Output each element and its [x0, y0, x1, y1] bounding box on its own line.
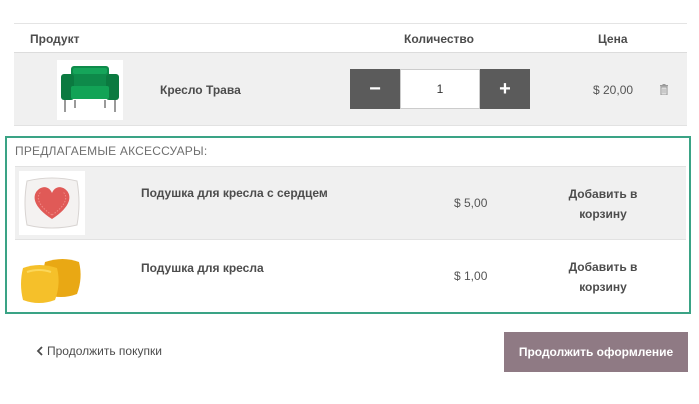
- accessory-row: Подушка для кресла с сердцем $ 5,00 Доба…: [15, 166, 686, 239]
- column-header-product: Продукт: [30, 32, 80, 46]
- quantity-input[interactable]: [400, 69, 480, 109]
- cart-table: Продукт Количество Цена Кресло Трава − +: [14, 23, 687, 126]
- continue-shopping-link[interactable]: Продолжить покупки: [36, 344, 162, 358]
- cart-header: Продукт Количество Цена: [14, 23, 687, 53]
- suggested-accessories: ПРЕДЛАГАЕМЫЕ АКСЕССУАРЫ: Подушка для кре…: [5, 136, 691, 314]
- quantity-stepper: − +: [350, 69, 530, 109]
- accessory-name[interactable]: Подушка для кресла с сердцем: [141, 186, 328, 200]
- accessories-title: ПРЕДЛАГАЕМЫЕ АКСЕССУАРЫ:: [15, 144, 208, 158]
- cart-item-price: $ 20,00: [593, 83, 634, 97]
- yellow-pillows-icon[interactable]: [19, 244, 85, 308]
- column-header-price: Цена: [598, 32, 628, 46]
- heart-pillow-icon[interactable]: [19, 171, 85, 235]
- cart-item-name[interactable]: Кресло Трава: [160, 83, 241, 97]
- cart-row: Кресло Трава − + $ 20,00: [14, 53, 687, 126]
- increase-quantity-button[interactable]: +: [480, 69, 530, 109]
- accessory-price: $ 1,00: [454, 269, 488, 283]
- accessory-name[interactable]: Подушка для кресла: [141, 261, 264, 275]
- continue-shopping-label: Продолжить покупки: [47, 344, 162, 358]
- decrease-quantity-button[interactable]: −: [350, 69, 400, 109]
- checkout-button[interactable]: Продолжить оформление: [504, 332, 688, 372]
- add-to-cart-button[interactable]: Добавить в корзину: [555, 184, 651, 224]
- add-to-cart-button[interactable]: Добавить в корзину: [555, 257, 651, 297]
- green-armchair-icon[interactable]: [57, 60, 123, 120]
- trash-icon[interactable]: [659, 84, 669, 95]
- column-header-quantity: Количество: [404, 32, 474, 46]
- chevron-left-icon: [36, 346, 43, 356]
- accessory-price: $ 5,00: [454, 196, 488, 210]
- accessory-row: Подушка для кресла $ 1,00 Добавить в кор…: [15, 239, 686, 312]
